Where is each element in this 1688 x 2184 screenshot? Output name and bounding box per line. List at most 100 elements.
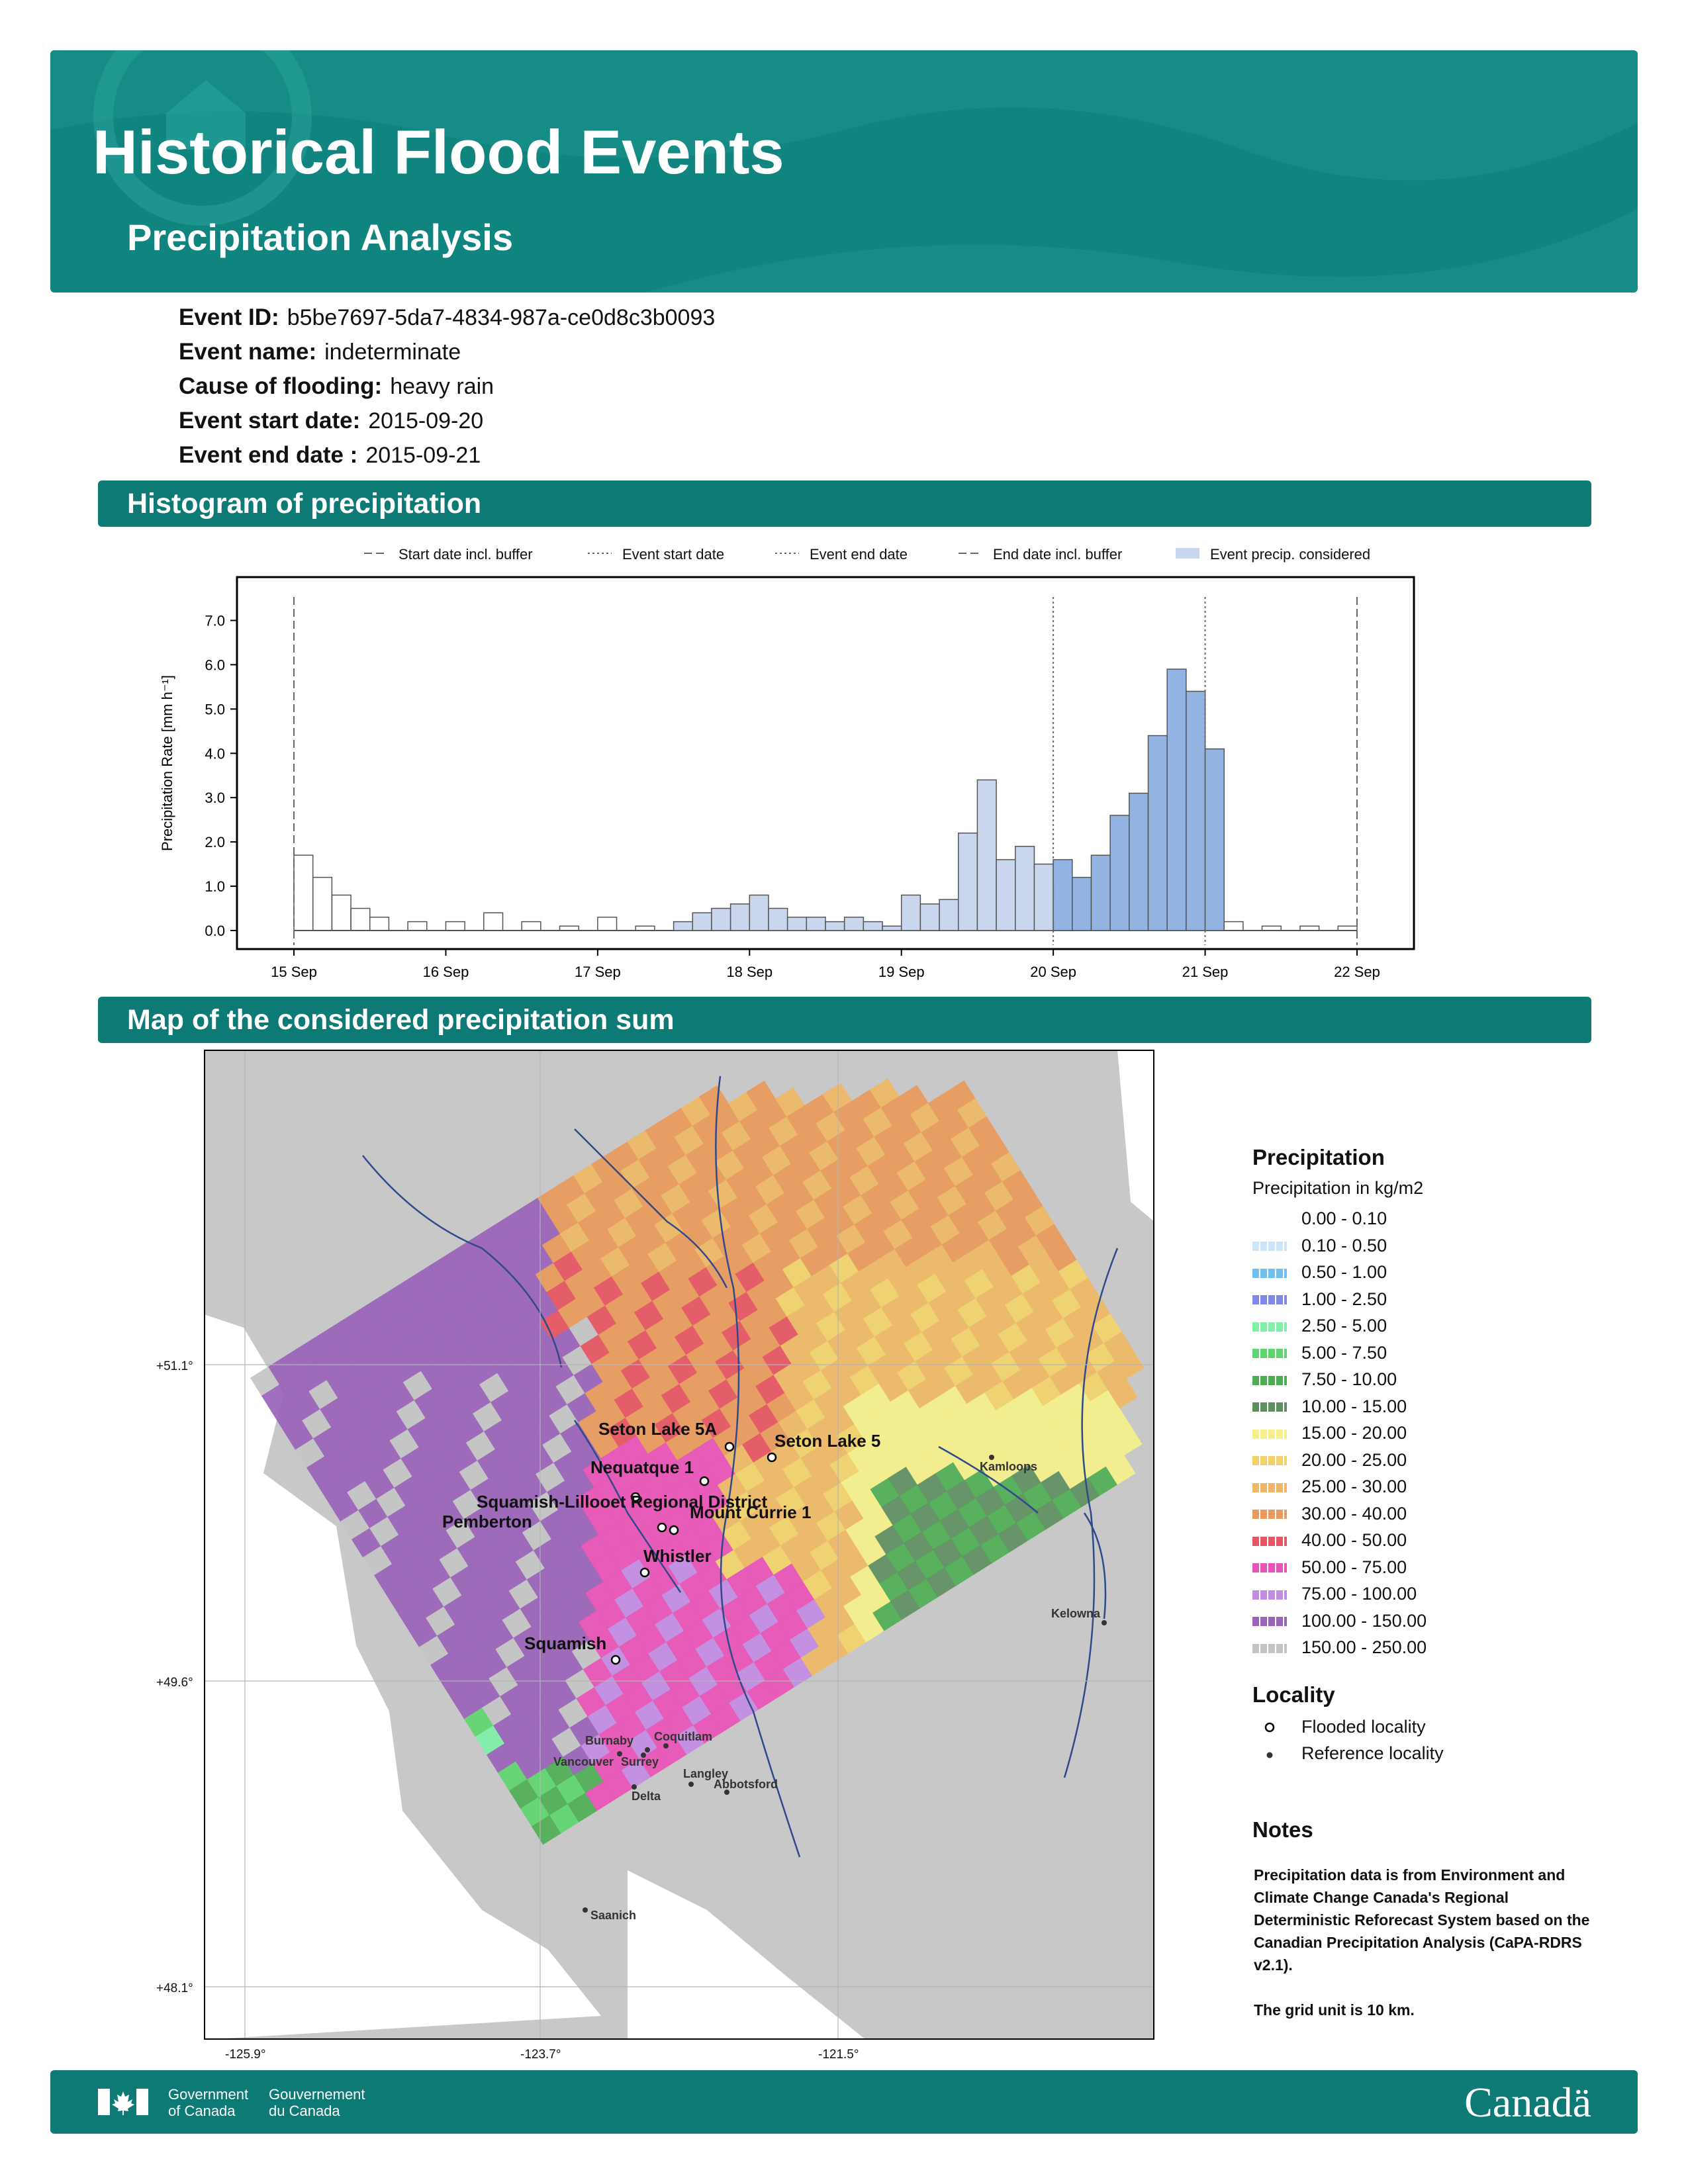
event-id-value: b5be7697-5da7-4834-987a-ce0d8c3b0093 bbox=[287, 305, 716, 330]
legend-class-row: 40.00 - 50.00 bbox=[1252, 1529, 1407, 1551]
legend-class-label: 20.00 - 25.00 bbox=[1301, 1449, 1407, 1470]
flooded-locality-marker bbox=[639, 1567, 650, 1578]
footer-gov-fr-line1: Gouvernement bbox=[269, 2086, 365, 2103]
histogram-bar bbox=[1015, 846, 1035, 931]
notes-title: Notes bbox=[1252, 1817, 1313, 1842]
legend-class-label: 25.00 - 30.00 bbox=[1301, 1477, 1407, 1496]
histogram-bar bbox=[825, 921, 845, 931]
legend-class-row: 75.00 - 100.00 bbox=[1252, 1582, 1417, 1605]
histogram-bar bbox=[806, 917, 826, 931]
y-tick-label: 3.0 bbox=[205, 790, 225, 806]
flooded-locality-label: Seton Lake 5 bbox=[774, 1431, 880, 1451]
event-end-row: Event end date : 2015-09-21 bbox=[179, 442, 481, 469]
flooded-locality-marker bbox=[669, 1525, 679, 1535]
legend-class-row: 25.00 - 30.00 bbox=[1252, 1475, 1407, 1498]
footer-gov-en-line1: Government bbox=[168, 2086, 249, 2103]
legend-class-label: 0.50 - 1.00 bbox=[1301, 1262, 1387, 1282]
locality-legend-title: Locality bbox=[1252, 1682, 1335, 1707]
histogram-bar bbox=[673, 921, 694, 931]
histogram-bar bbox=[749, 894, 769, 931]
legend-color-swatch bbox=[1252, 1617, 1287, 1627]
histogram-frame bbox=[236, 576, 1415, 950]
event-end-label: Event end date : bbox=[179, 442, 358, 468]
x-tick-label: 15 Sep bbox=[271, 964, 317, 980]
reference-locality-label: Kelowna bbox=[1051, 1607, 1101, 1620]
legend-class-row: 0.10 - 0.50 bbox=[1252, 1234, 1387, 1257]
event-start-row: Event start date: 2015-09-20 bbox=[179, 408, 483, 434]
notes-body: Precipitation data is from Environment a… bbox=[1254, 1864, 1598, 2021]
map-lat-tick: +49.6° bbox=[156, 1676, 193, 1690]
map-lat-tick: +51.1° bbox=[156, 1359, 193, 1373]
histogram-bar bbox=[900, 894, 921, 931]
canada-wordmark: Canadä bbox=[1464, 2079, 1591, 2126]
legend-label: Start date incl. buffer bbox=[399, 546, 533, 563]
legend-class-label: 30.00 - 40.00 bbox=[1301, 1503, 1407, 1524]
legend-color-swatch bbox=[1252, 1536, 1287, 1546]
event-name-label: Event name: bbox=[179, 339, 317, 365]
legend-flooded-locality: Flooded locality bbox=[1252, 1715, 1426, 1738]
histogram-bar bbox=[1109, 815, 1130, 931]
event-id-row: Event ID: b5be7697-5da7-4834-987a-ce0d8c3… bbox=[179, 304, 715, 331]
legend-class-label: 7.50 - 10.00 bbox=[1301, 1369, 1397, 1389]
histogram-bar bbox=[1186, 690, 1206, 931]
legend-class-label: 1.00 - 2.50 bbox=[1301, 1289, 1387, 1309]
histogram-bar bbox=[786, 917, 808, 931]
footer-gov-en: Government of Canada bbox=[168, 2086, 248, 2119]
legend-class-label: 50.00 - 75.00 bbox=[1301, 1557, 1407, 1577]
reference-locality-label: Saanich bbox=[590, 1909, 636, 1922]
legend-class-label: 0.00 - 0.10 bbox=[1301, 1208, 1387, 1228]
histogram-bar bbox=[1053, 859, 1073, 931]
histogram-bar bbox=[768, 907, 788, 931]
histogram-legend-item: Event precip. considered bbox=[1176, 546, 1370, 563]
reference-locality-label: Burnaby bbox=[585, 1734, 633, 1747]
event-name-row: Event name: indeterminate bbox=[179, 339, 461, 365]
flooded-locality-marker bbox=[724, 1441, 735, 1452]
legend-class-row: 0.00 - 0.10 bbox=[1252, 1207, 1387, 1230]
footer-gov-fr-line2: du Canada bbox=[269, 2103, 340, 2119]
legend-class-row: 0.50 - 1.00 bbox=[1252, 1261, 1387, 1283]
y-axis-label: Precipitation Rate [mm h⁻¹] bbox=[159, 675, 175, 851]
page-footer: Government of Canada Gouvernement du Canad… bbox=[50, 2070, 1638, 2134]
legend-color-swatch bbox=[1252, 1375, 1287, 1385]
x-tick-label: 16 Sep bbox=[423, 964, 469, 980]
histogram-bar bbox=[882, 925, 902, 931]
legend-class-row: 150.00 - 250.00 bbox=[1252, 1636, 1427, 1659]
legend-label: Event precip. considered bbox=[1210, 546, 1370, 563]
histogram-plot-area: 0.0 1.0 2.0 3.0 4.0 5.0 6.0 7.0 Precipitation Ra… bbox=[159, 576, 1415, 980]
flooded-locality-label: Mount Currie 1 bbox=[690, 1502, 811, 1522]
flooded-locality-label: Seton Lake 5A bbox=[598, 1419, 717, 1439]
flooded-locality-marker bbox=[699, 1476, 710, 1486]
histogram-bar bbox=[1129, 792, 1149, 931]
legend-color-swatch bbox=[1252, 1563, 1287, 1573]
flooded-locality-label: Whistler bbox=[643, 1546, 712, 1566]
reference-locality-label: Delta bbox=[632, 1790, 661, 1803]
y-tick-label: 1.0 bbox=[205, 878, 225, 895]
legend-label: Event end date bbox=[810, 546, 908, 563]
event-id-label: Event ID: bbox=[179, 304, 279, 330]
x-tick-label: 21 Sep bbox=[1182, 964, 1229, 980]
precipitation-map: Seton Lake 5A Seton Lake 5 Nequatque 1 Squa… bbox=[204, 1050, 1154, 2040]
legend-class-label: 2.50 - 5.00 bbox=[1301, 1316, 1387, 1336]
map-lon-tick: -121.5° bbox=[818, 2048, 859, 2062]
reference-locality-label: Vancouver bbox=[553, 1755, 614, 1768]
histogram-bar bbox=[1033, 863, 1054, 931]
legend-color-swatch bbox=[1252, 1214, 1287, 1224]
legend-color-swatch bbox=[1252, 1402, 1287, 1412]
histogram-bar bbox=[1166, 668, 1187, 931]
event-start-label: Event start date: bbox=[179, 408, 361, 433]
legend-reference-label: Reference locality bbox=[1301, 1743, 1444, 1763]
legend-class-label: 75.00 - 100.00 bbox=[1301, 1584, 1417, 1604]
histogram-bar bbox=[729, 903, 751, 931]
legend-class-row: 2.50 - 5.00 bbox=[1252, 1314, 1387, 1337]
legend-class-label: 40.00 - 50.00 bbox=[1301, 1530, 1407, 1550]
page-header: Historical Flood Events Precipitation An… bbox=[50, 50, 1638, 293]
legend-flooded-label: Flooded locality bbox=[1301, 1717, 1426, 1737]
reference-marker-icon bbox=[1252, 1742, 1287, 1764]
event-cause-row: Cause of flooding: heavy rain bbox=[179, 373, 494, 400]
legend-color-swatch bbox=[1252, 1268, 1287, 1278]
legend-class-row: 20.00 - 25.00 bbox=[1252, 1449, 1407, 1471]
reference-locality-marker bbox=[1102, 1620, 1107, 1625]
legend-title: Precipitation bbox=[1252, 1145, 1385, 1169]
legend-color-swatch bbox=[1252, 1242, 1287, 1251]
x-tick-label: 19 Sep bbox=[878, 964, 925, 980]
